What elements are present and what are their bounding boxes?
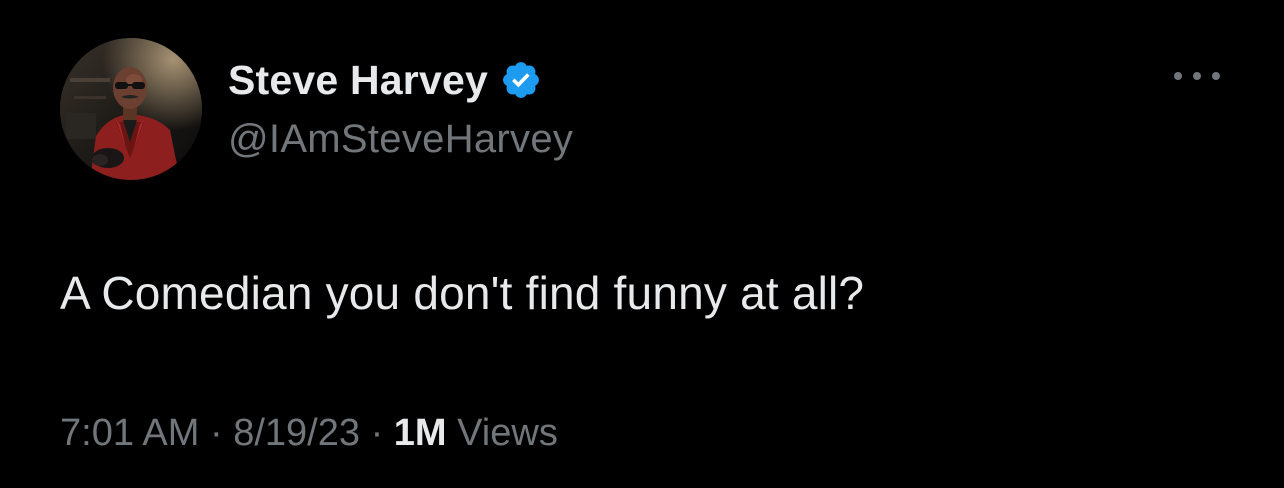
tweet-card: Steve Harvey @IAmSteveHarvey A Comedian …: [0, 0, 1284, 488]
tweet-metadata: 7:01 AM · 8/19/23 · 1M Views: [60, 412, 558, 455]
tweet-text: A Comedian you don't find funny at all?: [60, 267, 865, 319]
display-name[interactable]: Steve Harvey: [228, 57, 488, 104]
views-label[interactable]: Views: [457, 412, 558, 455]
more-options-icon[interactable]: [1174, 64, 1220, 88]
verified-badge-icon: [500, 59, 542, 101]
avatar[interactable]: [60, 38, 202, 180]
tweet-time[interactable]: 7:01 AM: [60, 412, 199, 455]
dot: [1212, 72, 1220, 80]
separator: ·: [370, 412, 384, 454]
username-handle[interactable]: @IAmSteveHarvey: [228, 117, 573, 162]
dot: [1193, 72, 1201, 80]
views-count[interactable]: 1M: [394, 412, 447, 455]
author-name-row: Steve Harvey: [228, 52, 542, 108]
separator: ·: [209, 412, 223, 454]
tweet-date[interactable]: 8/19/23: [233, 412, 360, 455]
avatar-photo: [60, 38, 202, 180]
dot: [1174, 72, 1182, 80]
